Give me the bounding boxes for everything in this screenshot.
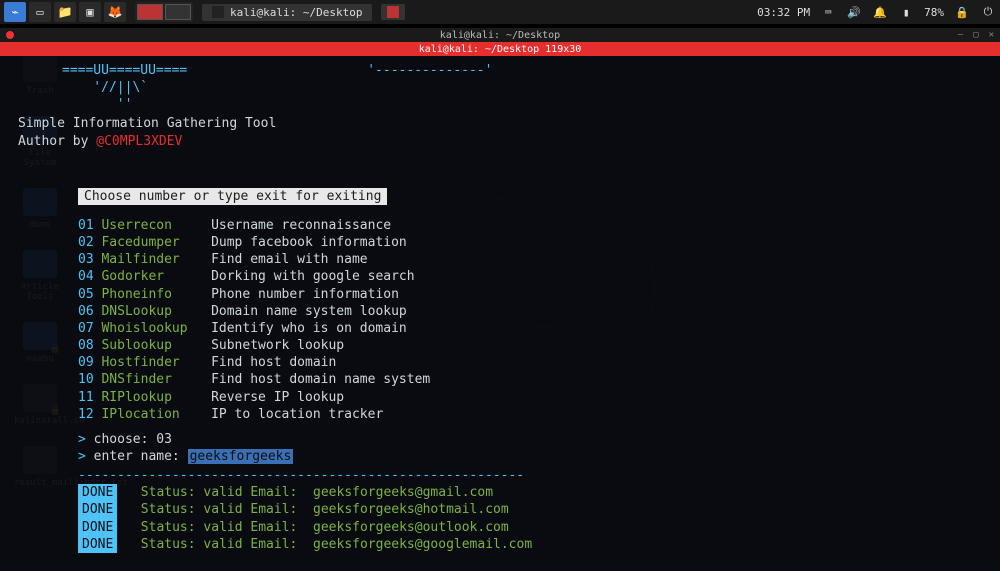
- battery-percent: 78%: [924, 6, 944, 19]
- terminal-subtitle: kali@kali: ~/Desktop 119x30: [0, 42, 1000, 56]
- menu-item-dnslookup[interactable]: 06 DNSLookup Domain name system lookup: [78, 303, 982, 320]
- taskbar: ⌁ ▭ 📁 ▣ 🦊 kali@kali: ~/Desktop 03:32 PM …: [0, 0, 1000, 24]
- done-badge: DONE: [78, 501, 117, 518]
- desktop: TrashFile SystemHomeArticle Toolsnaabuka…: [0, 24, 1000, 562]
- close-button[interactable]: ✕: [989, 30, 994, 40]
- minimize-button[interactable]: —: [958, 30, 963, 40]
- menu-header: Choose number or type exit for exiting: [78, 188, 387, 205]
- browser-icon[interactable]: 🦊: [104, 2, 126, 22]
- taskbar-app-label: kali@kali: ~/Desktop: [230, 6, 362, 19]
- taskbar-left: ⌁ ▭ 📁 ▣ 🦊 kali@kali: ~/Desktop: [4, 2, 405, 22]
- app-window-icon: [212, 6, 224, 18]
- maximize-button[interactable]: ▢: [973, 30, 978, 40]
- results: DONE Status: valid Email: geeksforgeeks@…: [78, 484, 982, 553]
- tool-title: Simple Information Gathering Tool: [18, 115, 982, 132]
- prompt-choose: > choose: 03: [78, 431, 982, 448]
- terminal-body[interactable]: ====UU====UU==== '//||\` '' '-----------…: [0, 56, 1000, 571]
- ascii-art-line: '': [18, 96, 187, 113]
- terminal-window: kali@kali: ~/Desktop — ▢ ✕ kali@kali: ~/…: [0, 28, 1000, 571]
- menu-item-whoislookup[interactable]: 07 Whoislookup Identify who is on domain: [78, 320, 982, 337]
- done-badge: DONE: [78, 484, 117, 501]
- entered-name: geeksforgeeks: [188, 449, 294, 464]
- keyboard-icon[interactable]: ⌨: [820, 4, 836, 20]
- file-manager-icon[interactable]: 📁: [54, 2, 76, 22]
- taskbar-app-secondary[interactable]: [381, 4, 405, 20]
- menu-item-dnsfinder[interactable]: 10 DNSfinder Find host domain name syste…: [78, 371, 982, 388]
- kali-menu-icon[interactable]: ⌁: [4, 2, 26, 22]
- menu-item-userrecon[interactable]: 01 Userrecon Username reconnaissance: [78, 217, 982, 234]
- menu-item-sublookup[interactable]: 08 Sublookup Subnetwork lookup: [78, 337, 982, 354]
- power-icon[interactable]: ⏻: [980, 4, 996, 20]
- clock[interactable]: 03:32 PM: [757, 6, 810, 19]
- menu-item-facedumper[interactable]: 02 Facedumper Dump facebook information: [78, 234, 982, 251]
- menu-item-godorker[interactable]: 04 Godorker Dorking with google search: [78, 268, 982, 285]
- divider: ----------------------------------------…: [78, 467, 982, 484]
- menu-item-phoneinfo[interactable]: 05 Phoneinfo Phone number information: [78, 286, 982, 303]
- notifications-icon[interactable]: 🔔: [872, 4, 888, 20]
- terminal-icon[interactable]: ▣: [79, 2, 101, 22]
- terminal-title: kali@kali: ~/Desktop: [440, 30, 560, 41]
- menu-item-riplookup[interactable]: 11 RIPlookup Reverse IP lookup: [78, 389, 982, 406]
- menu-item-mailfinder[interactable]: 03 Mailfinder Find email with name: [78, 251, 982, 268]
- author-handle: @C0MPL3XDEV: [96, 134, 182, 149]
- lock-icon[interactable]: 🔒: [954, 4, 970, 20]
- result-line: DONE Status: valid Email: geeksforgeeks@…: [78, 536, 982, 553]
- ascii-dashes: '--------------': [367, 62, 492, 113]
- ascii-art-line: ====UU====UU====: [18, 62, 187, 79]
- record-dot-icon: [6, 31, 14, 39]
- window-controls: — ▢ ✕: [958, 30, 994, 40]
- menu-list: 01 Userrecon Username reconnaissance02 F…: [18, 217, 982, 423]
- prompt-enter-name: > enter name: geeksforgeeks: [78, 448, 982, 465]
- app-window-icon: [387, 6, 399, 18]
- workspace-2[interactable]: [165, 4, 191, 20]
- volume-icon[interactable]: 🔊: [846, 4, 862, 20]
- result-line: DONE Status: valid Email: geeksforgeeks@…: [78, 484, 982, 501]
- ascii-art-line: '//||\`: [18, 79, 187, 96]
- taskbar-app-terminal[interactable]: kali@kali: ~/Desktop: [202, 4, 372, 21]
- tool-author: Author by @C0MPL3XDEV: [18, 133, 982, 150]
- show-desktop-icon[interactable]: ▭: [29, 2, 51, 22]
- battery-icon[interactable]: ▮: [898, 4, 914, 20]
- result-line: DONE Status: valid Email: geeksforgeeks@…: [78, 519, 982, 536]
- menu-item-hostfinder[interactable]: 09 Hostfinder Find host domain: [78, 354, 982, 371]
- workspace-1[interactable]: [137, 4, 163, 20]
- result-line: DONE Status: valid Email: geeksforgeeks@…: [78, 501, 982, 518]
- taskbar-right: 03:32 PM ⌨ 🔊 🔔 ▮ 78% 🔒 ⏻: [757, 4, 996, 20]
- menu-item-iplocation[interactable]: 12 IPlocation IP to location tracker: [78, 406, 982, 423]
- done-badge: DONE: [78, 519, 117, 536]
- workspace-switcher[interactable]: [135, 2, 193, 22]
- terminal-titlebar[interactable]: kali@kali: ~/Desktop — ▢ ✕: [0, 28, 1000, 42]
- done-badge: DONE: [78, 536, 117, 553]
